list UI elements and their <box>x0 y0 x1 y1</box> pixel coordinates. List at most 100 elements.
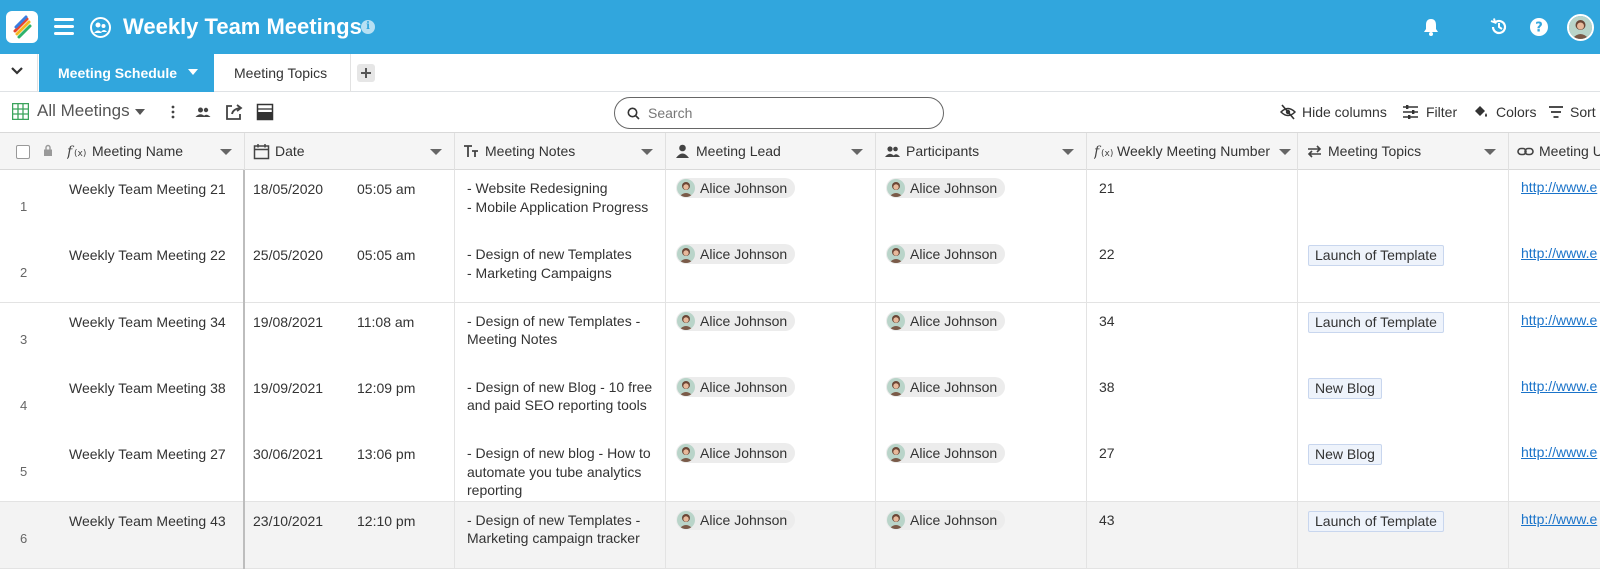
history-icon[interactable] <box>1488 16 1510 38</box>
column-header-meeting-notes[interactable]: Meeting Notes <box>455 133 666 170</box>
cell-meeting-url[interactable]: http://www.e <box>1509 435 1600 502</box>
person-chip[interactable]: Alice Johnson <box>886 178 1006 198</box>
cell-date[interactable]: 18/05/2020 05:05 am <box>245 170 455 237</box>
column-header-participants[interactable]: Participants <box>876 133 1087 170</box>
cell-weekly-meeting-number[interactable]: 43 <box>1087 501 1298 569</box>
row-height-icon[interactable] <box>256 103 274 121</box>
person-chip[interactable]: Alice Johnson <box>676 310 796 331</box>
cell-meeting-topics[interactable]: New Blog <box>1298 368 1509 436</box>
url-link[interactable]: http://www.e <box>1521 312 1597 328</box>
share-people-icon[interactable] <box>194 103 212 121</box>
table-row[interactable]: 4 Weekly Team Meeting 38 19/09/2021 12:09 p… <box>0 368 1600 436</box>
topic-tag[interactable]: Launch of Template <box>1308 510 1444 532</box>
url-link[interactable]: http://www.e <box>1521 245 1597 261</box>
cell-meeting-notes[interactable]: - Design of new Templates - Meeting Note… <box>455 302 666 370</box>
topic-tag[interactable]: New Blog <box>1308 444 1382 466</box>
cell-meeting-name[interactable]: 3 Weekly Team Meeting 34 <box>0 302 245 370</box>
column-menu-icon[interactable] <box>430 149 442 155</box>
column-header-meeting-lead[interactable]: Meeting Lead <box>666 133 876 170</box>
url-link[interactable]: http://www.e <box>1521 511 1597 527</box>
topic-tag[interactable]: Launch of Template <box>1308 245 1444 267</box>
column-menu-icon[interactable] <box>1279 149 1291 155</box>
cell-meeting-notes[interactable]: - Website Redesigning - Mobile Applicati… <box>455 170 666 237</box>
tab-meeting-topics[interactable]: Meeting Topics <box>214 54 351 92</box>
cell-meeting-name[interactable]: 4 Weekly Team Meeting 38 <box>0 368 245 436</box>
cell-meeting-lead[interactable]: Alice Johnson <box>666 302 876 370</box>
add-table-icon[interactable] <box>357 64 375 82</box>
person-chip[interactable]: Alice Johnson <box>676 443 796 464</box>
cell-weekly-meeting-number[interactable]: 22 <box>1087 236 1298 304</box>
cell-meeting-lead[interactable]: Alice Johnson <box>666 501 876 569</box>
cell-date[interactable]: 19/09/2021 12:09 pm <box>245 368 455 436</box>
cell-meeting-notes[interactable]: - Design of new Templates - Marketing ca… <box>455 501 666 569</box>
url-link[interactable]: http://www.e <box>1521 179 1597 195</box>
view-dropdown-icon[interactable] <box>135 109 145 115</box>
cell-meeting-name[interactable]: 5 Weekly Team Meeting 27 <box>0 435 245 503</box>
more-options-icon[interactable] <box>164 103 182 121</box>
cell-meeting-notes[interactable]: - Design of new Templates - Marketing Ca… <box>455 236 666 304</box>
column-menu-icon[interactable] <box>220 149 232 155</box>
cell-date[interactable]: 30/06/2021 13:06 pm <box>245 435 455 503</box>
person-chip[interactable]: Alice Johnson <box>886 310 1006 331</box>
colors-button[interactable]: Colors <box>1472 103 1552 123</box>
cell-meeting-url[interactable]: http://www.e <box>1509 502 1600 569</box>
cell-meeting-url[interactable]: http://www.e <box>1509 303 1600 370</box>
cell-meeting-lead[interactable]: Alice Johnson <box>666 236 876 304</box>
collapse-tabs-button[interactable] <box>0 54 38 91</box>
cell-date[interactable]: 23/10/2021 12:10 pm <box>245 501 455 569</box>
cell-participants[interactable]: Alice Johnson <box>876 368 1087 436</box>
person-chip[interactable]: Alice Johnson <box>676 178 796 198</box>
cell-meeting-lead[interactable]: Alice Johnson <box>666 170 876 237</box>
cell-meeting-notes[interactable]: - Design of new blog - How to automate y… <box>455 435 666 503</box>
cell-participants[interactable]: Alice Johnson <box>876 170 1087 237</box>
sort-button[interactable]: Sort <box>1548 103 1600 123</box>
cell-meeting-topics[interactable] <box>1298 170 1509 237</box>
cell-meeting-lead[interactable]: Alice Johnson <box>666 435 876 503</box>
cell-meeting-name[interactable]: 6 Weekly Team Meeting 43 <box>0 501 245 569</box>
person-chip[interactable]: Alice Johnson <box>886 443 1006 464</box>
cell-weekly-meeting-number[interactable]: 27 <box>1087 435 1298 503</box>
person-chip[interactable]: Alice Johnson <box>886 376 1006 397</box>
cell-meeting-name[interactable]: 1 Weekly Team Meeting 21 <box>0 170 245 237</box>
cell-participants[interactable]: Alice Johnson <box>876 435 1087 503</box>
info-icon[interactable]: i <box>361 20 375 34</box>
person-chip[interactable]: Alice Johnson <box>676 376 796 397</box>
url-link[interactable]: http://www.e <box>1521 444 1597 460</box>
cell-weekly-meeting-number[interactable]: 34 <box>1087 302 1298 370</box>
help-icon[interactable]: ? <box>1528 16 1550 38</box>
column-header-meeting-name[interactable]: f (x) Meeting Name <box>0 133 245 170</box>
cell-participants[interactable]: Alice Johnson <box>876 501 1087 569</box>
column-header-date[interactable]: Date <box>245 133 455 170</box>
column-menu-icon[interactable] <box>1062 149 1074 155</box>
cell-meeting-topics[interactable]: Launch of Template <box>1298 501 1509 569</box>
url-link[interactable]: http://www.e <box>1521 378 1597 394</box>
select-all-checkbox[interactable] <box>16 145 30 159</box>
filter-button[interactable]: Filter <box>1402 103 1464 123</box>
cell-date[interactable]: 19/08/2021 11:08 am <box>245 302 455 370</box>
column-menu-icon[interactable] <box>641 149 653 155</box>
cell-participants[interactable]: Alice Johnson <box>876 302 1087 370</box>
person-chip[interactable]: Alice Johnson <box>886 509 1006 530</box>
column-header-weekly-meeting-number[interactable]: f (x) Weekly Meeting Number <box>1087 133 1298 170</box>
column-header-meeting-topics[interactable]: Meeting Topics <box>1298 133 1509 170</box>
cell-meeting-url[interactable]: http://www.e <box>1509 236 1600 303</box>
table-row[interactable]: 2 Weekly Team Meeting 22 25/05/2020 05:05 a… <box>0 236 1600 304</box>
column-menu-icon[interactable] <box>851 149 863 155</box>
hide-columns-button[interactable]: Hide columns <box>1280 103 1390 123</box>
cell-date[interactable]: 25/05/2020 05:05 am <box>245 236 455 304</box>
person-chip[interactable]: Alice Johnson <box>886 244 1006 265</box>
column-header-meeting-url[interactable]: Meeting U <box>1509 133 1600 170</box>
export-icon[interactable] <box>225 103 243 121</box>
cell-meeting-name[interactable]: 2 Weekly Team Meeting 22 <box>0 236 245 304</box>
table-row[interactable]: 1 Weekly Team Meeting 21 18/05/2020 05:05 a… <box>0 170 1600 237</box>
cell-participants[interactable]: Alice Johnson <box>876 236 1087 304</box>
menu-icon[interactable] <box>54 18 74 36</box>
cell-weekly-meeting-number[interactable]: 21 <box>1087 170 1298 237</box>
cell-meeting-notes[interactable]: - Design of new Blog - 10 free and paid … <box>455 368 666 436</box>
cell-weekly-meeting-number[interactable]: 38 <box>1087 368 1298 436</box>
cell-meeting-topics[interactable]: Launch of Template <box>1298 302 1509 370</box>
table-row[interactable]: 3 Weekly Team Meeting 34 19/08/2021 11:08 a… <box>0 302 1600 370</box>
cell-meeting-lead[interactable]: Alice Johnson <box>666 368 876 436</box>
cell-meeting-url[interactable]: http://www.e <box>1509 369 1600 436</box>
cell-meeting-url[interactable]: http://www.e <box>1509 170 1600 237</box>
